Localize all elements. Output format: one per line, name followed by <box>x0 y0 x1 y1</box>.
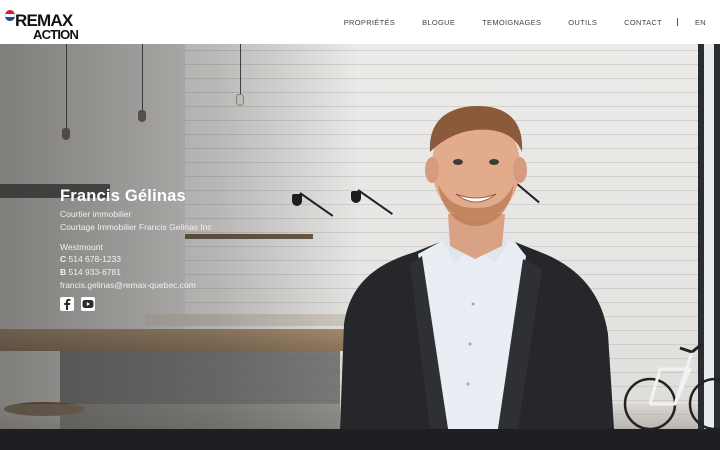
hero-banner: Francis Gélinas Courtier immobilier Cour… <box>0 44 720 429</box>
nav-item-proprietes[interactable]: PROPRIÉTÉS <box>344 18 395 27</box>
nav-item-contact[interactable]: CONTACT <box>624 18 662 27</box>
agent-portrait <box>340 106 614 429</box>
footer-band <box>0 429 720 450</box>
agent-office-phone[interactable]: B 514 933-6781 <box>60 266 320 279</box>
nav-item-blogue[interactable]: BLOGUE <box>422 18 455 27</box>
agent-name: Francis Gélinas <box>60 187 186 205</box>
office-number: 514 933-6781 <box>68 267 121 278</box>
agent-location: Westmount <box>60 241 103 252</box>
nav-separator <box>676 18 678 26</box>
language-switch[interactable]: EN <box>695 18 706 27</box>
cell-prefix: C <box>60 254 67 265</box>
bicycle-image <box>623 342 720 429</box>
agent-agency: Courtage Immobilier Francis Gelinas Inc <box>60 221 212 232</box>
agent-info: Francis Gélinas Courtier immobilier Cour… <box>60 186 320 311</box>
agent-cell-phone[interactable]: C 514 678-1233 <box>60 253 320 266</box>
site-header: REMAX ACTION PROPRIÉTÉS BLOGUE TEMOIGNAG… <box>0 0 720 44</box>
cell-number: 514 678-1233 <box>68 254 121 265</box>
main-nav: PROPRIÉTÉS BLOGUE TEMOIGNAGES OUTILS CON… <box>344 0 720 44</box>
nav-item-outils[interactable]: OUTILS <box>568 18 597 27</box>
facebook-icon[interactable] <box>60 296 74 311</box>
logo-office-text: ACTION <box>33 27 79 42</box>
agent-title: Courtier immobilier <box>60 209 132 219</box>
youtube-icon[interactable] <box>81 296 95 311</box>
remax-logo[interactable]: REMAX ACTION <box>5 8 87 44</box>
balloon-icon <box>5 10 15 21</box>
social-links <box>60 296 320 311</box>
office-prefix: B <box>60 267 67 278</box>
agent-email[interactable]: francis.gelinas@remax-quebec.com <box>60 279 320 292</box>
nav-item-temoignages[interactable]: TEMOIGNAGES <box>482 18 541 27</box>
